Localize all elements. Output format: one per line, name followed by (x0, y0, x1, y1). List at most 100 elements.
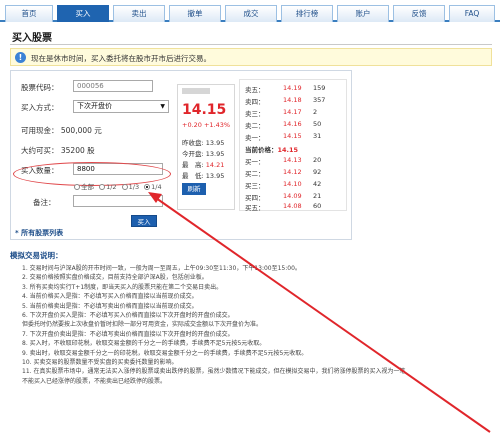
info-icon: ! (15, 52, 26, 63)
note-input[interactable] (73, 195, 163, 207)
buy-row-1: 买一： 14.13 20 (245, 156, 345, 166)
market-closed-notice: ! 现在是休市时间，买入委托将在股市开市后进行交易。 (10, 48, 492, 66)
available-cash-label: 可用现金： (21, 126, 59, 135)
sell-price: 14.19 (283, 84, 302, 92)
sell-label: 卖四： (245, 98, 265, 106)
stock-code-row: 股票代码： (21, 82, 59, 93)
sell-row-5: 卖五： 14.19 159 (245, 84, 345, 94)
open-line: 今开盘: 13.95 (182, 148, 224, 158)
page-title: 买入股票 (12, 33, 52, 44)
tab-sell[interactable]: 卖出 (113, 5, 165, 22)
rules-list: 1. 交易时间与沪深A股的开市时间一致，一般为周一至周五，上午09:30至11:… (22, 264, 492, 386)
orderbook-current-price: 14.15 (277, 146, 299, 154)
price-change: +0.20 +1.43% (182, 121, 231, 129)
radio-all[interactable] (74, 184, 80, 190)
stock-name-placeholder (182, 88, 210, 94)
high-line: 最 高: 14.21 (182, 159, 224, 169)
buy-method-select[interactable]: 下次开盘价 ▼ (73, 100, 169, 113)
tab-account[interactable]: 账户 (337, 5, 389, 22)
sell-row-4: 卖四： 14.18 357 (245, 96, 345, 106)
tab-faq[interactable]: FAQ (449, 5, 495, 22)
rule-item: 11. 在真实股票市场中，通常无法买入涨停的股票或卖出跌停的股票，虽然少数情况下… (22, 368, 406, 376)
quantity-fraction-radios: 全部 1/2 1/3 1/4 (71, 181, 162, 191)
stock-code-input[interactable]: 000056 (73, 80, 153, 92)
sell-price: 14.18 (283, 96, 302, 104)
buy-order-panel: 股票代码： 000056 买入方式： 下次开盘价 ▼ 可用现金： 500,000… (10, 70, 352, 240)
rules-title: 模拟交易说明： (10, 251, 63, 260)
open-value: 13.95 (205, 150, 225, 158)
order-book: 卖五： 14.19 159 卖四： 14.18 357 卖三： 14.17 2 … (239, 79, 347, 212)
rule-item: 不能买入已经涨停的股票，不能卖出已经跌停的股票。 (22, 377, 167, 385)
buy-volume: 42 (313, 180, 322, 188)
available-cash-value: 500,000 元 (60, 126, 102, 135)
sell-price: 14.17 (283, 108, 302, 116)
tab-cancel-order[interactable]: 撤单 (169, 5, 221, 22)
notice-text: 现在是休市时间，买入委托将在股市开市后进行交易。 (31, 54, 211, 63)
rule-item: 2. 交易价格按照实盘价格成交，目前支持全部沪深A股，包括创业板。 (22, 274, 208, 282)
all-stocks-link[interactable]: * 所有股票列表 (15, 228, 63, 238)
buy-label: 买五： (245, 204, 265, 212)
buy-label: 买二： (245, 170, 265, 178)
low-line: 最 低: 13.95 (182, 170, 224, 180)
radio-quarter[interactable] (144, 184, 151, 190)
main-nav-tabs: 首页 买入 卖出 撤单 成交 排行榜 账户 反馈 FAQ (0, 0, 500, 22)
radio-half[interactable] (99, 184, 106, 190)
title-divider (10, 44, 492, 45)
rule-item: 1. 交易时间与沪深A股的开市时间一致，一般为周一至周五，上午09:30至11:… (22, 265, 301, 272)
buy-volume: 20 (313, 156, 322, 164)
sell-row-1: 卖一： 14.15 31 (245, 132, 345, 142)
sell-label: 卖三： (245, 110, 265, 118)
note-label: 备注： (33, 198, 56, 207)
buy-volume: 60 (313, 202, 322, 210)
buy-price: 14.12 (283, 168, 302, 176)
tab-deals[interactable]: 成交 (225, 5, 277, 22)
rule-item: 但委托时仍然要按上次收盘价暂时扣除一部分可用资金，实际成交金额以下次开盘价为准。 (22, 321, 263, 329)
prev-close-line: 昨收盘: 13.95 (182, 137, 224, 147)
cash-row: 可用现金： 500,000 元 (21, 125, 102, 136)
buy-label: 买三： (245, 182, 265, 190)
sell-price: 14.16 (283, 120, 302, 128)
radio-third[interactable] (121, 184, 128, 190)
sell-label: 卖一： (245, 134, 265, 142)
buy-price: 14.09 (283, 192, 302, 200)
sell-label: 卖二： (245, 122, 265, 130)
sell-volume: 2 (313, 108, 318, 116)
open-label: 今开盘: (182, 150, 204, 158)
buy-row-4: 买四： 14.09 21 (245, 192, 345, 202)
rule-item: 4. 当前价格买入是指：不必填写买入价格而直接以当前现价成交。 (22, 293, 198, 301)
refresh-button[interactable]: 刷新 (182, 183, 206, 195)
sell-volume: 159 (313, 84, 326, 92)
low-value: 13.95 (205, 172, 225, 180)
high-value: 14.21 (205, 161, 225, 169)
sell-volume: 31 (313, 132, 322, 140)
current-price: 14.15 (182, 102, 227, 118)
buy-price: 14.13 (283, 156, 302, 164)
buy-method-label: 买入方式： (21, 103, 59, 112)
buy-price: 14.10 (283, 180, 302, 188)
rule-item: 7. 下次开盘价卖出是指：不必填写卖出价格而直接以下次开盘时的开盘价成交。 (22, 330, 234, 338)
sell-price: 14.15 (283, 132, 302, 140)
buy-row-5: 买五： 14.08 60 (245, 202, 345, 212)
current-price-line: 当前价格：14.15 (245, 144, 298, 154)
tab-home[interactable]: 首页 (5, 5, 53, 22)
high-label: 最 高: (182, 161, 204, 169)
sell-label: 卖五： (245, 86, 265, 94)
tab-ranking[interactable]: 排行榜 (281, 5, 333, 22)
stock-code-label: 股票代码： (21, 83, 59, 92)
sell-row-2: 卖二： 14.16 50 (245, 120, 345, 130)
prev-close-value: 13.95 (205, 139, 225, 147)
buy-button[interactable]: 买入 (131, 215, 157, 227)
tab-feedback[interactable]: 反馈 (393, 5, 445, 22)
rule-item: 6. 下次开盘价买入是指：不必填写买入价格而直接以下次开盘时的开盘价成交。 (22, 311, 234, 319)
tab-buy[interactable]: 买入 (57, 5, 109, 22)
rule-item: 10. 买卖交易的股票数量不受实盘的买卖委托数量的影响。 (22, 358, 178, 366)
radio-third-label: 1/3 (128, 183, 140, 191)
sell-row-3: 卖三： 14.17 2 (245, 108, 345, 118)
radio-all-label: 全部 (81, 183, 94, 191)
low-label: 最 低: (182, 172, 204, 180)
prev-close-label: 昨收盘: (182, 139, 204, 147)
buy-row-2: 买二： 14.12 92 (245, 168, 345, 178)
note-row: 备注： (33, 197, 56, 208)
radio-quarter-label: 1/4 (151, 183, 162, 191)
stock-quote-box: 14.15 +0.20 +1.43% 昨收盘: 13.95 今开盘: 13.95… (177, 84, 235, 210)
